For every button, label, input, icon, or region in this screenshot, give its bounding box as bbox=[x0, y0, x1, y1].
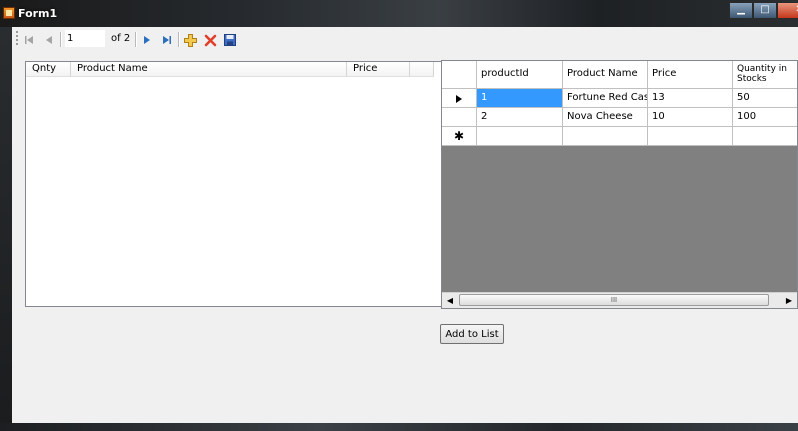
column-header-qnty[interactable]: Qnty bbox=[26, 62, 71, 77]
scroll-thumb[interactable]: III bbox=[459, 294, 769, 306]
save-disk-icon bbox=[224, 34, 236, 46]
toolbar-separator bbox=[135, 32, 137, 47]
move-last-button[interactable] bbox=[160, 33, 174, 47]
add-to-list-button[interactable]: Add to List bbox=[440, 324, 504, 344]
save-button[interactable] bbox=[223, 33, 237, 47]
form-client-area: of 2 Qnty Product Name Price pro bbox=[12, 27, 798, 423]
move-first-icon bbox=[25, 36, 33, 44]
move-next-icon bbox=[144, 36, 150, 44]
cell-quantity[interactable]: 100 bbox=[733, 108, 797, 127]
new-row[interactable]: ✱ bbox=[442, 127, 797, 146]
scroll-right-arrow-icon[interactable]: ▶ bbox=[781, 293, 797, 308]
count-label: of 2 bbox=[111, 33, 131, 44]
new-cell-quantity[interactable] bbox=[733, 127, 797, 146]
caption-buttons: ▁ □ ✕ bbox=[729, 2, 798, 19]
window-title: Form1 bbox=[18, 7, 58, 20]
row-header-corner[interactable] bbox=[442, 61, 477, 89]
table-row[interactable]: 2 Nova Cheese 10 100 bbox=[442, 108, 797, 127]
position-input[interactable] bbox=[65, 30, 105, 47]
window-frame-bottom bbox=[0, 423, 798, 431]
move-first-button[interactable] bbox=[22, 33, 36, 47]
current-row-indicator[interactable] bbox=[442, 89, 477, 108]
products-data-grid[interactable]: productId Product Name Price Quantity in… bbox=[441, 60, 798, 309]
column-header-product-name[interactable]: Product Name bbox=[563, 61, 648, 89]
close-button[interactable]: ✕ bbox=[777, 2, 798, 19]
new-cell-product-name[interactable] bbox=[563, 127, 648, 146]
new-row-marker: ✱ bbox=[442, 127, 477, 146]
list-header: Qnty Product Name Price bbox=[26, 62, 442, 78]
delete-button[interactable] bbox=[203, 33, 217, 47]
cell-product-name[interactable]: Fortune Red Case bbox=[563, 89, 648, 108]
toolbar-separator bbox=[60, 32, 62, 47]
column-header-productid[interactable]: productId bbox=[477, 61, 563, 89]
cell-quantity[interactable]: 50 bbox=[733, 89, 797, 108]
new-cell-price[interactable] bbox=[648, 127, 733, 146]
grid-header-row: productId Product Name Price Quantity in… bbox=[442, 61, 797, 89]
horizontal-scrollbar[interactable]: ◀ III ▶ bbox=[442, 292, 797, 308]
row-pointer-icon bbox=[456, 95, 462, 103]
cell-price[interactable]: 13 bbox=[648, 89, 733, 108]
cart-list-view[interactable]: Qnty Product Name Price bbox=[25, 61, 443, 307]
maximize-button[interactable]: □ bbox=[753, 2, 777, 19]
window-frame-left bbox=[0, 27, 12, 431]
plus-icon bbox=[183, 33, 197, 47]
column-header-price[interactable]: Price bbox=[347, 62, 410, 77]
delete-x-icon bbox=[204, 34, 216, 46]
row-header[interactable] bbox=[442, 108, 477, 127]
column-header-quantity-in-stocks[interactable]: Quantity in Stocks bbox=[733, 61, 797, 89]
app-icon[interactable] bbox=[3, 7, 15, 19]
binding-navigator: of 2 bbox=[12, 27, 798, 52]
title-bar[interactable]: Form1 ▁ □ ✕ bbox=[0, 0, 798, 27]
column-header-price[interactable]: Price bbox=[648, 61, 733, 89]
table-row[interactable]: 1 Fortune Red Case 13 50 bbox=[442, 89, 797, 108]
add-new-button[interactable] bbox=[183, 33, 197, 47]
cell-product-name[interactable]: Nova Cheese bbox=[563, 108, 648, 127]
toolbar-separator bbox=[178, 32, 180, 47]
cell-price[interactable]: 10 bbox=[648, 108, 733, 127]
minimize-button[interactable]: ▁ bbox=[729, 2, 753, 19]
cell-productid[interactable]: 2 bbox=[477, 108, 563, 127]
move-next-button[interactable] bbox=[140, 33, 154, 47]
column-header-filler bbox=[410, 62, 434, 77]
new-cell-productid[interactable] bbox=[477, 127, 563, 146]
cell-productid[interactable]: 1 bbox=[477, 89, 563, 108]
scroll-left-arrow-icon[interactable]: ◀ bbox=[442, 293, 458, 308]
move-previous-button[interactable] bbox=[42, 33, 56, 47]
move-last-icon bbox=[163, 36, 171, 44]
move-previous-icon bbox=[46, 36, 52, 44]
column-header-product-name[interactable]: Product Name bbox=[71, 62, 347, 77]
toolbar-grip[interactable] bbox=[16, 31, 18, 45]
